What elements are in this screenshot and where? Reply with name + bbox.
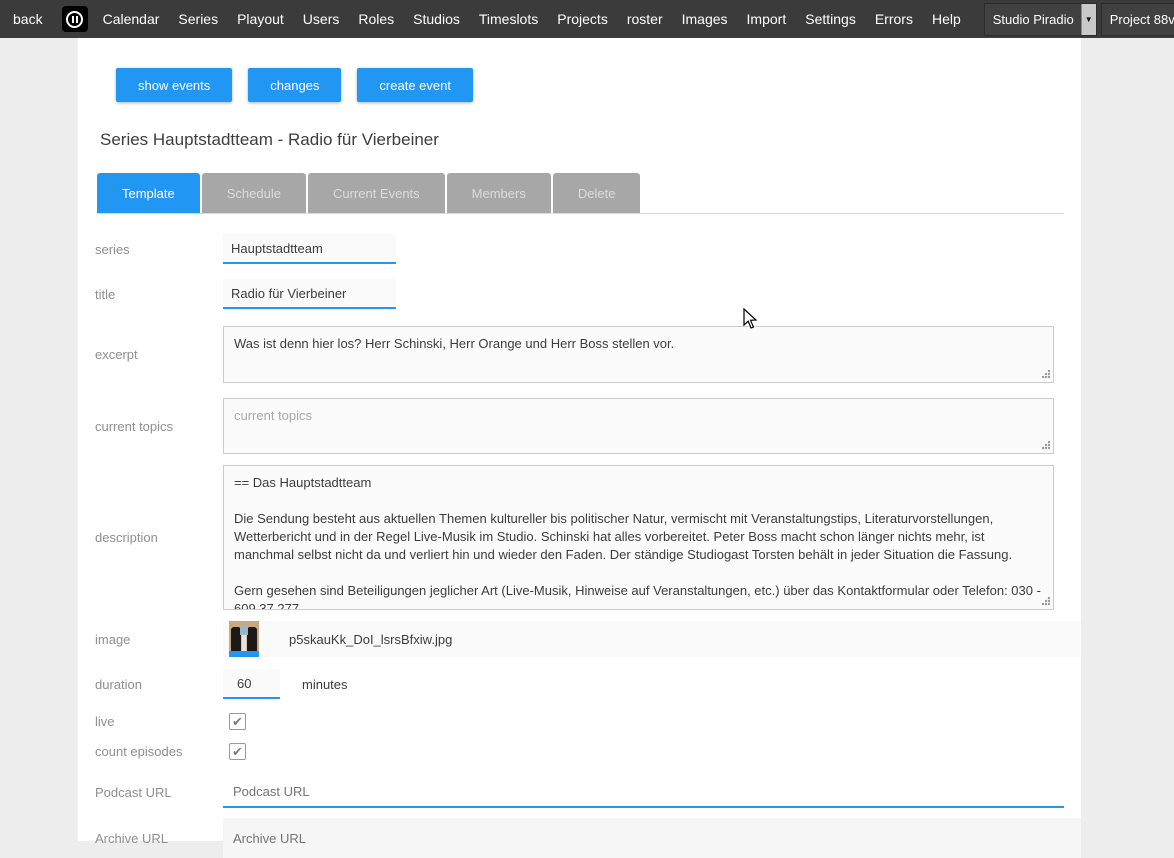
series-input[interactable] (223, 234, 396, 264)
tab-current-events[interactable]: Current Events (308, 173, 445, 213)
archive-url-input[interactable] (223, 822, 1064, 854)
count-episodes-label: count episodes (78, 744, 223, 759)
duration-suffix: minutes (302, 677, 348, 692)
content-card: show events changes create event Series … (78, 38, 1081, 841)
changes-button[interactable]: changes (248, 68, 341, 102)
tab-template[interactable]: Template (97, 173, 200, 213)
nav-item-series[interactable]: Series (178, 11, 218, 27)
nav-item-timeslots[interactable]: Timeslots (479, 11, 538, 27)
duration-row: duration minutes (78, 669, 1081, 699)
show-events-button[interactable]: show events (116, 68, 232, 102)
nav-item-settings[interactable]: Settings (805, 11, 856, 27)
duration-input[interactable] (223, 669, 280, 699)
nav-item-calendar[interactable]: Calendar (103, 11, 160, 27)
podcast-url-label: Podcast URL (78, 785, 223, 800)
series-label: series (78, 242, 223, 257)
tab-delete[interactable]: Delete (553, 173, 641, 213)
current-topics-textarea[interactable] (223, 398, 1054, 454)
description-row: description == Das Hauptstadtteam Die Se… (78, 465, 1081, 610)
excerpt-textarea[interactable]: Was ist denn hier los? Herr Schinski, He… (223, 326, 1054, 383)
archive-url-row: Archive URL (78, 818, 1081, 858)
title-label: title (78, 287, 223, 302)
nav-item-import[interactable]: Import (747, 11, 787, 27)
live-label: live (78, 714, 223, 729)
nav-item-roles[interactable]: Roles (358, 11, 394, 27)
nav-item-help[interactable]: Help (932, 11, 961, 27)
tab-members[interactable]: Members (447, 173, 551, 213)
top-nav: back Calendar Series Playout Users Roles… (0, 0, 1174, 38)
excerpt-row: excerpt Was ist denn hier los? Herr Schi… (78, 326, 1081, 383)
live-checkbox[interactable]: ✔ (229, 713, 246, 730)
podcast-url-row: Podcast URL (78, 776, 1081, 808)
live-row: live ✔ (78, 713, 1081, 730)
current-topics-row: current topics (78, 398, 1081, 454)
tab-schedule[interactable]: Schedule (202, 173, 306, 213)
series-image-thumbnail[interactable] (229, 621, 259, 657)
archive-url-label: Archive URL (78, 831, 223, 846)
title-input[interactable] (223, 279, 396, 309)
piradio-logo-icon[interactable] (62, 6, 88, 32)
series-row: series (78, 234, 1081, 264)
count-episodes-checkbox[interactable]: ✔ (229, 743, 246, 760)
page-title: Series Hauptstadtteam - Radio für Vierbe… (100, 130, 1081, 150)
nav-item-playout[interactable]: Playout (237, 11, 284, 27)
duration-label: duration (78, 677, 223, 692)
create-event-button[interactable]: create event (357, 68, 473, 102)
current-topics-label: current topics (78, 419, 223, 434)
toolbar: show events changes create event (78, 68, 1081, 102)
project-select[interactable]: Project 88vier ▼ (1101, 3, 1174, 36)
image-row: image p5skauKk_DoI_lsrsBfxiw.jpg (78, 621, 1081, 657)
nav-item-errors[interactable]: Errors (875, 11, 913, 27)
count-episodes-row: count episodes ✔ (78, 743, 1081, 760)
excerpt-label: excerpt (78, 347, 223, 362)
description-textarea[interactable]: == Das Hauptstadtteam Die Sendung besteh… (223, 465, 1054, 610)
nav-item-images[interactable]: Images (682, 11, 728, 27)
description-label: description (78, 530, 223, 545)
studio-select[interactable]: Studio Piradio ▼ (984, 3, 1097, 36)
nav-item-roster[interactable]: roster (627, 11, 663, 27)
back-link[interactable]: back (13, 11, 43, 27)
chevron-down-icon: ▼ (1081, 4, 1096, 35)
nav-item-users[interactable]: Users (303, 11, 340, 27)
title-row: title (78, 279, 1081, 309)
image-label: image (78, 632, 223, 647)
podcast-url-input[interactable] (223, 776, 1064, 808)
tab-bar: Template Schedule Current Events Members… (97, 173, 1064, 214)
image-filename: p5skauKk_DoI_lsrsBfxiw.jpg (289, 632, 452, 647)
nav-item-projects[interactable]: Projects (557, 11, 608, 27)
nav-item-studios[interactable]: Studios (413, 11, 460, 27)
